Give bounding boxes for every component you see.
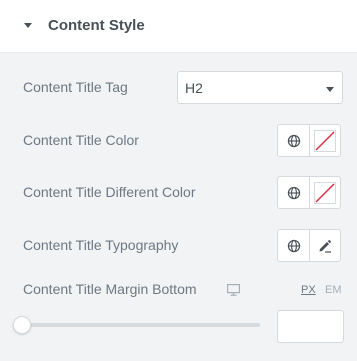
content-title-tag-select[interactable]: H2 — [177, 71, 343, 104]
global-colors-button[interactable] — [278, 177, 309, 208]
margin-bottom-slider-handle[interactable] — [13, 316, 31, 334]
content-title-different-color-label: Content Title Different Color — [23, 184, 196, 200]
pencil-icon — [319, 239, 331, 253]
content-title-different-color-controls — [277, 176, 341, 209]
caret-down-icon — [24, 23, 32, 28]
no-color-swatch-icon — [314, 181, 336, 204]
color-picker-button[interactable] — [310, 125, 340, 156]
select-value: H2 — [185, 80, 203, 96]
content-title-color-controls — [277, 124, 341, 157]
no-color-swatch-icon — [314, 129, 336, 152]
margin-bottom-slider-track[interactable] — [22, 323, 260, 327]
color-picker-button[interactable] — [310, 177, 340, 208]
unit-em[interactable]: EM — [325, 284, 342, 296]
content-title-typography-controls — [277, 229, 341, 262]
content-title-margin-bottom-label: Content Title Margin Bottom — [23, 281, 197, 297]
desktop-monitor-icon[interactable] — [227, 284, 240, 296]
content-title-color-label: Content Title Color — [23, 132, 139, 148]
edit-typography-button[interactable] — [310, 230, 340, 261]
globe-icon — [287, 186, 300, 199]
globe-icon — [287, 134, 300, 147]
section-header[interactable]: Content Style — [0, 0, 357, 53]
section-title: Content Style — [48, 17, 145, 34]
globe-icon — [287, 239, 300, 252]
global-colors-button[interactable] — [278, 125, 309, 156]
margin-bottom-input[interactable] — [277, 310, 344, 343]
chevron-down-icon — [326, 87, 334, 92]
content-title-tag-label: Content Title Tag — [23, 79, 128, 95]
global-typography-button[interactable] — [278, 230, 309, 261]
content-title-typography-label: Content Title Typography — [23, 237, 179, 253]
unit-px[interactable]: PX — [301, 284, 316, 296]
